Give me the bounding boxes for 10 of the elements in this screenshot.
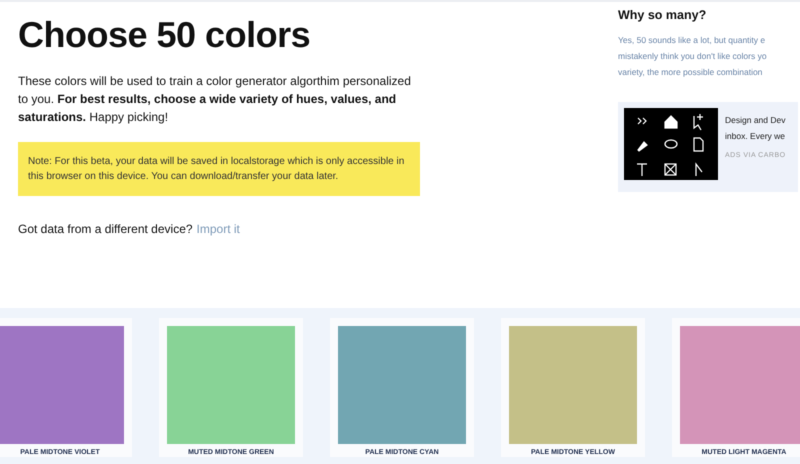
sidebar-text: mistakenly think you don't like colors yo [618,50,768,63]
sidebar-text: variety, the more possible combination [618,66,764,79]
ad-text: Design and Dev [725,114,786,127]
intro-paragraph: These colors will be used to train a color generator algorthim personalized to you. For best results, choose a wide variety of hues, values, and saturations. Happy picking! [18,73,412,126]
import-prompt: Got data from a different device? [18,222,193,236]
page-title: Choose 50 colors [18,14,312,56]
note-banner: Note: For this beta, your data will be saved in localstorage which is only accessible in this browser on this device. You can download/transfer your data later. [18,142,420,196]
ad-text: inbox. Every we [725,130,786,143]
sidebar-text: Yes, 50 sounds like a lot, but quantity e [618,34,766,47]
sidebar-heading: Why so many? [618,8,708,22]
